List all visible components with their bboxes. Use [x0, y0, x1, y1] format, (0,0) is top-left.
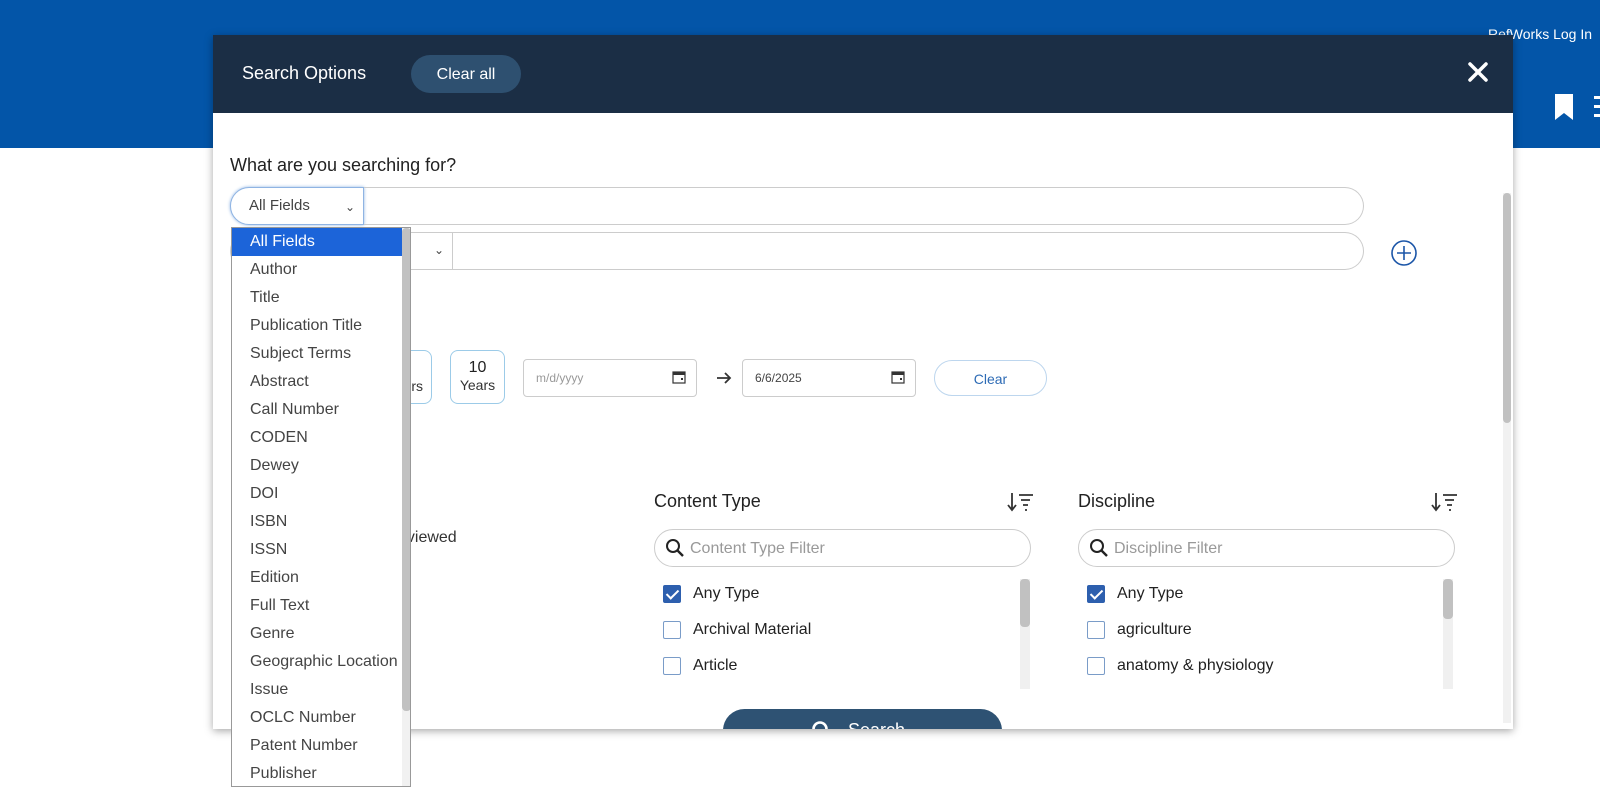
- discipline-item-label: Any Type: [1117, 585, 1184, 602]
- dropdown-option[interactable]: Patent Number: [232, 732, 410, 760]
- modal-title: Search Options: [242, 63, 367, 83]
- dropdown-option[interactable]: ISBN: [232, 508, 410, 536]
- dropdown-option[interactable]: Call Number: [232, 396, 410, 424]
- scrollbar-thumb[interactable]: [402, 228, 410, 711]
- date-to-input[interactable]: 6/6/2025: [742, 359, 916, 397]
- discipline-filter-placeholder: Discipline Filter: [1114, 540, 1223, 557]
- field-select-value: All Fields: [249, 197, 310, 214]
- content-type-item[interactable]: Any Type: [654, 579, 1024, 615]
- dropdown-option[interactable]: Abstract: [232, 368, 410, 396]
- ten-years-number: 10: [468, 359, 487, 376]
- clear-date-button[interactable]: Clear: [934, 360, 1047, 396]
- dropdown-option[interactable]: Dewey: [232, 452, 410, 480]
- date-from-input[interactable]: m/d/yyyy: [523, 359, 697, 397]
- search-question-label: What are you searching for?: [230, 155, 457, 175]
- discipline-scrollbar[interactable]: [1443, 579, 1453, 689]
- dropdown-option[interactable]: OCLC Number: [232, 704, 410, 732]
- scrollbar-thumb[interactable]: [1443, 579, 1453, 619]
- checkbox[interactable]: [663, 657, 681, 675]
- sort-icon[interactable]: [1007, 491, 1035, 513]
- content-type-scrollbar[interactable]: [1020, 579, 1030, 689]
- field-select[interactable]: All Fields ⌄: [230, 187, 364, 225]
- dropdown-option[interactable]: Title: [232, 284, 410, 312]
- discipline-title: Discipline: [1078, 491, 1156, 511]
- dropdown-option[interactable]: Publisher: [232, 760, 410, 786]
- content-type-item[interactable]: Article: [654, 651, 1024, 687]
- dropdown-option[interactable]: DOI: [232, 480, 410, 508]
- discipline-filter-input[interactable]: Discipline Filter: [1078, 529, 1455, 567]
- field-select-dropdown: All Fields Author Title Publication Titl…: [231, 227, 411, 787]
- arrow-right-icon: [717, 372, 732, 384]
- dropdown-option[interactable]: All Fields: [232, 228, 410, 256]
- chevron-down-icon: ⌄: [344, 200, 355, 214]
- dropdown-option[interactable]: CODEN: [232, 424, 410, 452]
- scrollbar-thumb[interactable]: [1020, 579, 1030, 627]
- content-type-item-label: Archival Material: [693, 621, 812, 638]
- close-icon[interactable]: [1467, 61, 1489, 83]
- content-type-filter-placeholder: Content Type Filter: [690, 540, 825, 557]
- modal-header: Search Options Clear all: [213, 35, 1513, 113]
- content-type-filter-input[interactable]: Content Type Filter: [654, 529, 1031, 567]
- calendar-icon[interactable]: [891, 370, 905, 384]
- dropdown-option[interactable]: Edition: [232, 564, 410, 592]
- search-query-input[interactable]: [364, 187, 1364, 225]
- scrollbar-thumb[interactable]: [1503, 193, 1511, 423]
- discipline-list: Any Type agriculture anatomy & physiolog…: [1078, 579, 1448, 687]
- ten-years-label: Years: [459, 377, 496, 393]
- dropdown-option[interactable]: ISSN: [232, 536, 410, 564]
- clear-all-button[interactable]: Clear all: [411, 55, 521, 93]
- years-range-label: rs: [411, 378, 423, 394]
- sort-icon[interactable]: [1431, 491, 1459, 513]
- checkbox[interactable]: [663, 585, 681, 603]
- chevron-down-icon: ⌄: [433, 243, 444, 257]
- discipline-item[interactable]: anatomy & physiology: [1078, 651, 1448, 687]
- add-row-icon[interactable]: [1391, 240, 1417, 266]
- search-button-label: Search: [848, 720, 905, 729]
- dropdown-scrollbar[interactable]: [402, 228, 410, 786]
- ten-years-button[interactable]: 10 Years: [450, 350, 505, 404]
- content-type-item[interactable]: Archival Material: [654, 615, 1024, 651]
- dropdown-option[interactable]: Issue: [232, 676, 410, 704]
- dropdown-option[interactable]: Genre: [232, 620, 410, 648]
- discipline-item[interactable]: agriculture: [1078, 615, 1448, 651]
- modal-scrollbar[interactable]: [1503, 193, 1511, 723]
- bookmark-icon[interactable]: [1554, 94, 1574, 120]
- dropdown-option[interactable]: Subject Terms: [232, 340, 410, 368]
- dropdown-option[interactable]: Geographic Location: [232, 648, 410, 676]
- discipline-item-label: anatomy & physiology: [1117, 657, 1274, 674]
- checkbox[interactable]: [1087, 621, 1105, 639]
- checkbox[interactable]: [663, 621, 681, 639]
- search-icon: [1090, 539, 1108, 557]
- checkbox[interactable]: [1087, 657, 1105, 675]
- content-type-title: Content Type: [654, 491, 761, 511]
- search-icon: [666, 539, 684, 557]
- discipline-item-label: agriculture: [1117, 621, 1192, 638]
- content-type-list: Any Type Archival Material Article: [654, 579, 1024, 687]
- checkbox[interactable]: [1087, 585, 1105, 603]
- date-to-value: 6/6/2025: [755, 371, 802, 385]
- search-query-input-row-2[interactable]: [453, 232, 1364, 270]
- discipline-item[interactable]: Any Type: [1078, 579, 1448, 615]
- dropdown-option[interactable]: Publication Title: [232, 312, 410, 340]
- dropdown-option[interactable]: Author: [232, 256, 410, 284]
- search-icon: [812, 721, 828, 729]
- calendar-icon[interactable]: [672, 370, 686, 384]
- search-button[interactable]: Search: [723, 709, 1002, 729]
- content-type-item-label: Article: [693, 657, 738, 674]
- date-from-placeholder: m/d/yyyy: [536, 371, 584, 385]
- menu-icon[interactable]: [1594, 96, 1600, 118]
- content-type-item-label: Any Type: [693, 585, 760, 602]
- dropdown-option[interactable]: Full Text: [232, 592, 410, 620]
